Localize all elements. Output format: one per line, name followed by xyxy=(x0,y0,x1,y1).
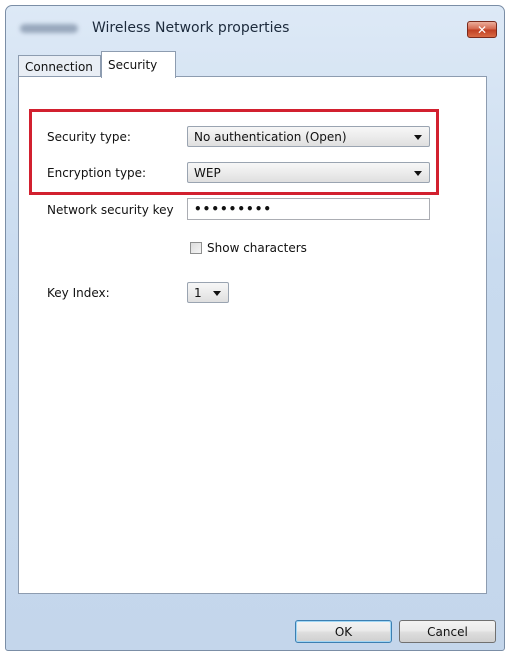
key-index-value: 1 xyxy=(194,286,202,300)
chevron-down-icon xyxy=(414,171,422,176)
show-characters-checkbox[interactable] xyxy=(190,242,202,254)
close-button[interactable]: ✕ xyxy=(467,21,497,38)
encryption-type-label: Encryption type: xyxy=(47,166,147,180)
encryption-type-dropdown[interactable]: WEP xyxy=(187,162,430,183)
security-tab-panel xyxy=(18,76,487,594)
security-type-dropdown[interactable]: No authentication (Open) xyxy=(187,126,430,147)
cancel-button[interactable]: Cancel xyxy=(399,620,496,643)
cancel-button-label: Cancel xyxy=(427,624,468,639)
network-name-blurred xyxy=(20,24,78,33)
window-title: Wireless Network properties xyxy=(92,20,290,36)
network-key-masked-value: ••••••••• xyxy=(194,202,273,216)
security-type-label: Security type: xyxy=(47,130,131,144)
encryption-type-value: WEP xyxy=(194,166,221,180)
network-key-label: Network security key xyxy=(47,203,174,217)
chevron-down-icon xyxy=(213,291,221,296)
title-bar[interactable]: Wireless Network properties ✕ xyxy=(6,6,504,40)
tab-security[interactable]: Security xyxy=(101,51,176,78)
tab-connection-label: Connection xyxy=(25,60,93,74)
show-characters-label[interactable]: Show characters xyxy=(207,241,307,255)
tab-security-label: Security xyxy=(108,58,158,72)
security-type-value: No authentication (Open) xyxy=(194,130,347,144)
ok-button-label: OK xyxy=(334,624,353,639)
key-index-label: Key Index: xyxy=(47,286,110,300)
close-icon: ✕ xyxy=(476,22,488,37)
network-key-field[interactable]: ••••••••• xyxy=(187,198,430,220)
key-index-dropdown[interactable]: 1 xyxy=(187,282,229,303)
ok-button[interactable]: OK xyxy=(295,620,392,643)
tab-connection[interactable]: Connection xyxy=(18,55,101,77)
chevron-down-icon xyxy=(414,135,422,140)
